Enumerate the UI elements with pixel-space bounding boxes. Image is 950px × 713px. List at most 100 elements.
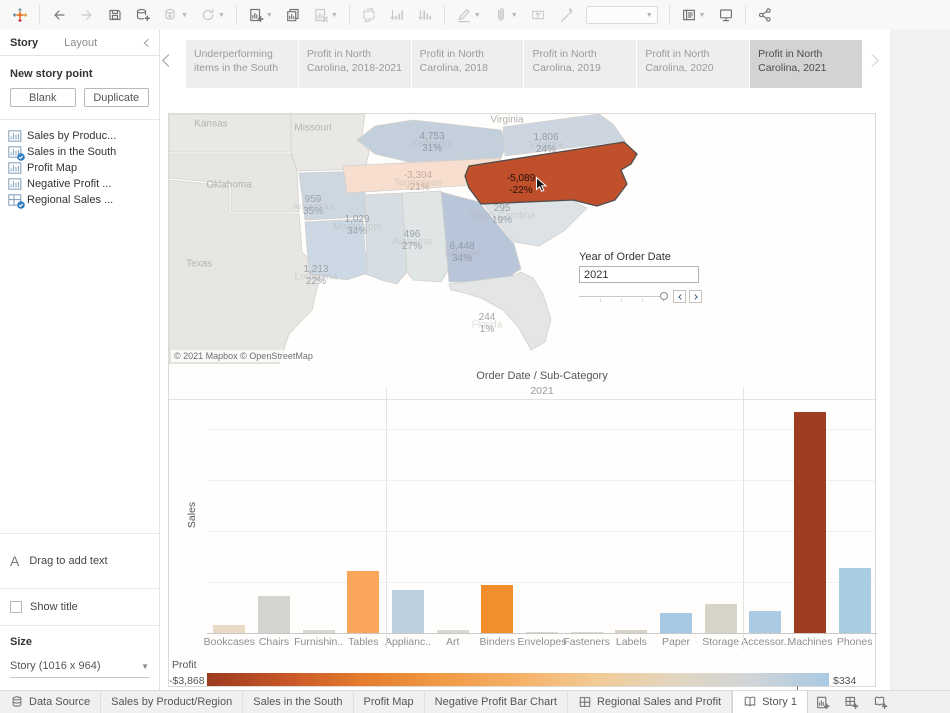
bar-bookcases[interactable] (213, 625, 245, 633)
bar-phones[interactable] (839, 568, 871, 633)
worksheet-icon (8, 146, 22, 158)
year-filter-input[interactable]: 2021 (579, 266, 699, 283)
slider-previous-button[interactable] (673, 290, 686, 303)
bar-envelopes[interactable] (526, 632, 558, 634)
toolbar: ▼▼▼▼▼▼▼▼ (0, 0, 950, 30)
collapse-panel-icon[interactable] (145, 37, 151, 49)
sheet-list: Sales by Produc...Sales in the SouthProf… (0, 120, 159, 216)
story-canvas: KansasMissouriOklahomaTexasKentucky4,753… (168, 113, 876, 687)
tab-regional-sales-and-profit[interactable]: Regional Sales and Profit (568, 691, 732, 713)
show-cards-icon[interactable]: ▼ (675, 0, 712, 30)
worksheet-icon (8, 130, 22, 142)
story-point-tab[interactable]: Underperforming items in the South (186, 40, 298, 88)
bar-fasteners[interactable] (571, 632, 603, 634)
presentation-mode-icon[interactable] (712, 0, 740, 30)
story-book-icon (743, 695, 757, 709)
state-value-label: 6,44834% (449, 241, 474, 265)
undo-icon[interactable] (45, 0, 73, 30)
tab-sales-in-the-south[interactable]: Sales in the South (243, 691, 353, 713)
fix-axes-wand-icon (552, 0, 580, 30)
year-filter-slider[interactable] (579, 290, 703, 304)
state-value-label: 4,75331% (419, 131, 444, 155)
new-data-source-icon[interactable] (129, 0, 157, 30)
drag-to-add-text[interactable]: A Drag to add text (0, 534, 159, 588)
story-area: Underperforming items in the SouthProfit… (160, 30, 950, 690)
sheet-item[interactable]: Sales by Produc... (6, 128, 153, 144)
drag-text-label: Drag to add text (29, 555, 107, 567)
bar-applianc[interactable] (392, 590, 424, 633)
state-kansas[interactable] (169, 114, 291, 152)
update-story-icon (355, 0, 383, 30)
story-point-tab[interactable]: Profit in North Carolina, 2018-2021 (299, 40, 411, 88)
tab-profit-map[interactable]: Profit Map (354, 691, 425, 713)
state-value-label: -5,089-22% (507, 173, 535, 197)
duplicate-sheet-icon[interactable] (279, 0, 307, 30)
tab-data-source[interactable]: Data Source (0, 691, 101, 713)
tab-story[interactable]: Story (10, 37, 38, 49)
size-dropdown[interactable]: Story (1016 x 964) ▼ (10, 660, 149, 678)
x-axis-label: Machines (788, 636, 833, 648)
tableau-logo[interactable] (6, 0, 34, 30)
tab-story-1[interactable]: Story 1 (732, 691, 808, 713)
x-axis-label: Labels (616, 636, 647, 648)
bar-accessor[interactable] (749, 611, 781, 633)
story-point-tab[interactable]: Profit in North Carolina, 2018 (412, 40, 524, 88)
story-nav-next-icon[interactable] (868, 52, 877, 70)
bar-storage[interactable] (705, 604, 737, 633)
x-axis-label: Phones (837, 636, 873, 648)
bar-binders[interactable] (481, 585, 513, 633)
worksheet-icon (8, 178, 22, 190)
show-title-checkbox[interactable] (10, 601, 22, 613)
sheet-item[interactable]: Sales in the South (6, 144, 153, 160)
y-axis-label: Sales (186, 502, 198, 528)
chevron-down-icon: ▼ (141, 662, 149, 671)
story-point-tab[interactable]: Profit in North Carolina, 2021 (750, 40, 862, 88)
sheet-tab-bar: Data SourceSales by Product/RegionSales … (0, 690, 950, 713)
state-value-label: 1,02934% (344, 214, 369, 238)
extract-icon: ▼ (157, 0, 194, 30)
bar-machines[interactable] (794, 412, 826, 633)
sheet-item[interactable]: Regional Sales ... (6, 192, 153, 208)
x-axis-label: Fasteners (563, 636, 610, 648)
new-worksheet-button[interactable] (808, 691, 837, 713)
chart-title: Order Date / Sub-Category (207, 370, 877, 382)
tab-sales-by-product-region[interactable]: Sales by Product/Region (101, 691, 243, 713)
bar-art[interactable] (437, 630, 469, 633)
share-icon[interactable] (751, 0, 779, 30)
story-point-tab[interactable]: Profit in North Carolina, 2020 (637, 40, 749, 88)
legend-gradient[interactable] (207, 673, 829, 686)
database-icon (10, 695, 24, 709)
sheet-item[interactable]: Profit Map (6, 160, 153, 176)
sort-ascending-icon (383, 0, 411, 30)
tableau-window: ▼▼▼▼▼▼▼▼ Story Layout New story point Bl… (0, 0, 950, 713)
workspace-background (890, 30, 950, 690)
map-attribution: © 2021 Mapbox © OpenStreetMap (171, 350, 316, 362)
size-value: Story (1016 x 964) (10, 660, 101, 672)
save-icon[interactable] (101, 0, 129, 30)
new-story-button[interactable] (866, 691, 895, 713)
state-value-label: 2441% (479, 312, 496, 336)
story-point-tab[interactable]: Profit in North Carolina, 2019 (524, 40, 636, 88)
sort-descending-icon (411, 0, 439, 30)
blank-button[interactable]: Blank (10, 88, 76, 107)
slider-next-button[interactable] (689, 290, 702, 303)
tab-layout[interactable]: Layout (64, 37, 97, 49)
bar-chairs[interactable] (258, 596, 290, 633)
bar-labels[interactable] (615, 630, 647, 633)
new-worksheet-icon[interactable]: ▼ (242, 0, 279, 30)
tab-negative-profit-bar-chart[interactable]: Negative Profit Bar Chart (425, 691, 568, 713)
new-dashboard-button[interactable] (837, 691, 866, 713)
bar-tables[interactable] (347, 571, 379, 633)
bar-furnishin[interactable] (303, 630, 335, 633)
duplicate-button[interactable]: Duplicate (84, 88, 150, 107)
legend-min-value: -$3,868 (169, 675, 203, 687)
dashboard-icon (578, 695, 592, 709)
sheet-item[interactable]: Negative Profit ... (6, 176, 153, 192)
x-axis-label: Accessor.. (741, 636, 789, 648)
state-florida[interactable] (449, 272, 551, 350)
bar-paper[interactable] (660, 613, 692, 633)
story-nav-previous-icon[interactable] (164, 52, 173, 70)
chart-subtitle: 2021 (207, 385, 877, 397)
slider-handle[interactable] (660, 292, 668, 300)
legend-max-value: $334 (833, 675, 856, 687)
